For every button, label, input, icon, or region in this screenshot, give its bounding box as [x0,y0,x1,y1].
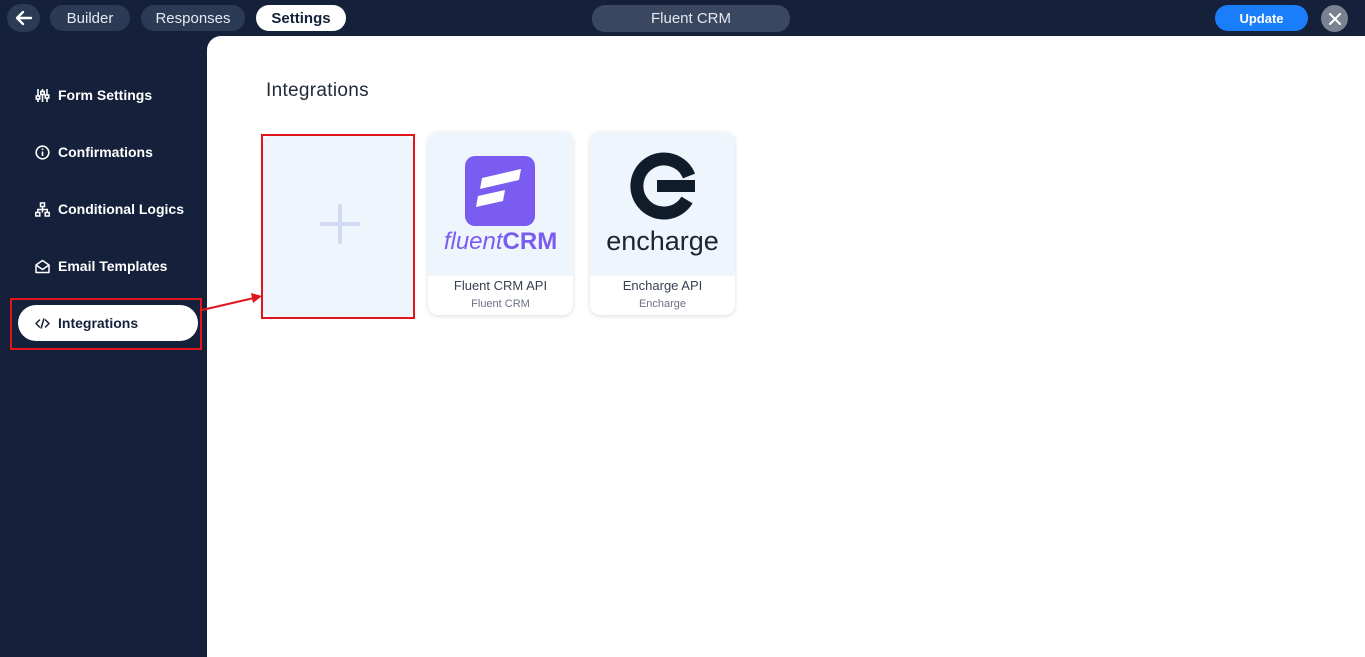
fluent-crm-wordmark: fluentCRM [428,228,573,256]
sitemap-icon [35,201,50,217]
tab-builder[interactable]: Builder [50,5,130,31]
sidebar-item-label: Integrations [58,315,139,331]
integration-card-fluent-crm[interactable]: fluentCRM Fluent CRM API Fluent CRM [428,132,573,315]
form-title: Fluent CRM [592,5,790,32]
tab-responses[interactable]: Responses [141,5,245,31]
integration-subtitle: Fluent CRM [471,298,530,310]
sidebar-item-conditional-logics[interactable]: Conditional Logics [18,191,198,227]
sidebar-item-label: Form Settings [58,87,153,103]
logo-word-crm: CRM [502,228,558,255]
sidebar-item-email-templates[interactable]: Email Templates [18,248,198,284]
fluent-badge-icon [465,156,535,226]
page-title: Integrations [266,80,369,101]
integration-card-encharge[interactable]: encharge Encharge API Encharge [590,132,735,315]
sidebar-item-form-settings[interactable]: Form Settings [18,77,198,113]
code-icon [35,316,50,331]
back-button[interactable] [7,4,40,32]
tab-settings[interactable]: Settings [256,5,346,31]
arrow-left-icon [15,10,32,26]
encharge-e-icon [630,152,696,220]
plus-icon [320,204,360,244]
sidebar-item-label: Confirmations [58,144,153,160]
fluent-crm-logo: fluentCRM [428,132,573,276]
top-bar: Builder Responses Settings Fluent CRM Up… [0,0,1365,36]
sidebar-item-label: Email Templates [58,258,168,274]
app-root: Builder Responses Settings Fluent CRM Up… [0,0,1365,657]
add-integration-card[interactable] [263,136,413,317]
sidebar-item-confirmations[interactable]: Confirmations [18,134,198,170]
close-button[interactable] [1321,5,1348,32]
sliders-icon [35,88,50,103]
logo-word-fluent: fluent [443,228,503,255]
close-icon [1328,12,1341,25]
encharge-logo: encharge [590,132,735,276]
info-icon [35,144,50,160]
envelope-open-icon [35,259,50,274]
settings-sidebar: Form Settings Confirmations Conditional … [0,36,207,657]
integration-name: Fluent CRM API [453,278,548,293]
integration-subtitle: Encharge [638,298,687,310]
encharge-wordmark: encharge [606,226,719,256]
integration-name: Encharge API [622,278,703,293]
sidebar-item-integrations[interactable]: Integrations [18,305,198,341]
sidebar-item-label: Conditional Logics [58,201,184,217]
update-button[interactable]: Update [1215,5,1308,31]
main-panel: Integrations fluentCRM Fluent CRM API Fl… [207,36,1365,657]
